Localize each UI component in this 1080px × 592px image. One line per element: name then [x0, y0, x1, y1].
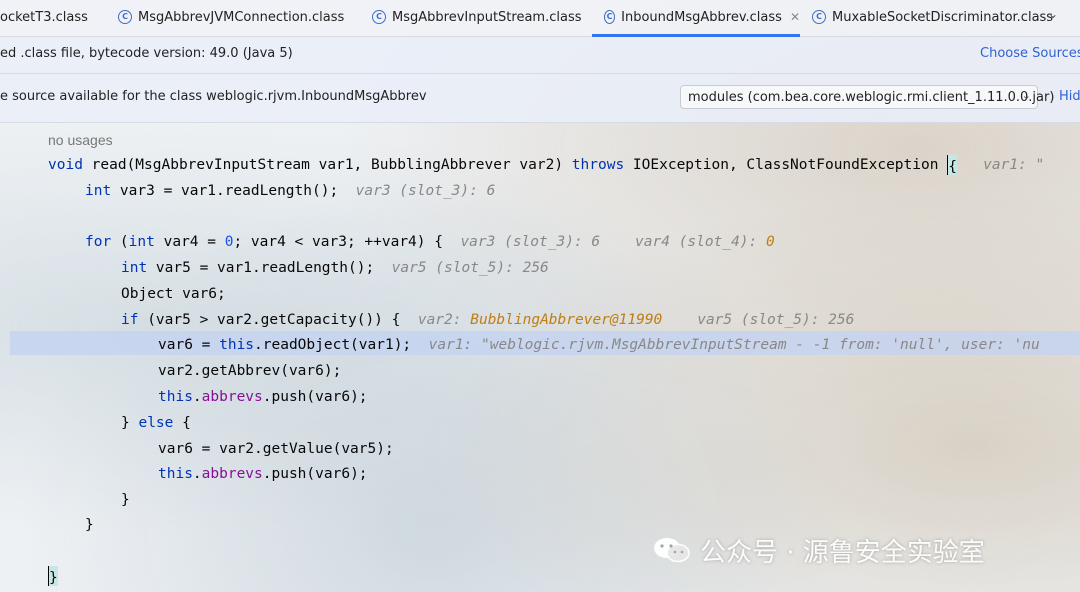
tab-label: MsgAbbrevJVMConnection.class [138, 9, 345, 25]
code-line-if: if (var5 > var2.getCapacity()) { var2: B… [121, 312, 855, 328]
watermark-text: 公众号 · 源鲁安全实验室 [700, 537, 985, 568]
code-editor[interactable]: no usages void read(MsgAbbrevInputStream… [0, 123, 1080, 592]
chevron-down-icon[interactable]: ⌄ [1048, 7, 1058, 21]
class-icon: C [812, 10, 826, 24]
text-cursor: { [947, 155, 957, 175]
editor-tab-bar: ocketT3.class C MsgAbbrevJVMConnection.c… [0, 0, 1080, 37]
inline-debug-hint: var1: "weblogic.rjvm.MsgAbbrevInputStrea… [428, 337, 1040, 353]
code-line-for-loop: for (int var4 = 0; var4 < var3; ++var4) … [85, 234, 775, 250]
inline-debug-hint: var3 (slot_3): 6 [355, 183, 496, 199]
code-line: int var3 = var1.readLength(); var3 (slot… [85, 183, 496, 199]
module-select[interactable]: modules (com.bea.core.weblogic.rmi.clien… [680, 85, 1054, 109]
tab-label: ocketT3.class [0, 9, 88, 25]
inline-debug-hint: var3 (slot_3): 6 [460, 234, 601, 250]
tab-inboundmsgabbrev[interactable]: C InboundMsgAbbrev.class ✕ [592, 0, 800, 37]
tab-msgabbrevjvmconnection[interactable]: C MsgAbbrevJVMConnection.class [118, 0, 344, 34]
inline-debug-hint: var2: BubblingAbbrever@11990 [417, 312, 663, 328]
class-icon: C [372, 10, 386, 24]
inline-debug-hint: var1: " [983, 157, 1045, 173]
tab-label: MuxableSocketDiscriminator.class [832, 9, 1054, 25]
code-line: int var5 = var1.readLength(); var5 (slot… [121, 260, 549, 276]
hide-link[interactable]: Hide [1059, 89, 1080, 104]
code-line: } [121, 492, 130, 508]
code-line-method-signature: void read(MsgAbbrevInputStream var1, Bub… [48, 155, 1045, 175]
brace-match: } [48, 566, 58, 586]
code-line: this.abbrevs.push(var6); [158, 466, 368, 482]
tab-label: MsgAbbrevInputStream.class [392, 9, 582, 25]
close-icon[interactable]: ✕ [790, 10, 800, 24]
tab-muxablesocketdiscriminator[interactable]: C MuxableSocketDiscriminator.class [812, 0, 1053, 34]
code-line-else: } else { [121, 415, 191, 431]
source-banner: e source available for the class weblogi… [0, 74, 1080, 123]
source-message: e source available for the class weblogi… [0, 89, 427, 104]
class-icon: C [118, 10, 132, 24]
inline-debug-hint: var5 (slot_5): 256 [391, 260, 549, 276]
code-line: this.abbrevs.push(var6); [158, 389, 368, 405]
tab-label: InboundMsgAbbrev.class [621, 9, 782, 25]
decompiled-message: ed .class file, bytecode version: 49.0 (… [0, 46, 293, 61]
code-line: Object var6; [121, 286, 226, 302]
code-line: } [85, 517, 94, 533]
wechat-watermark: 公众号 · 源鲁安全实验室 [652, 532, 985, 568]
inline-debug-hint: var4 (slot_4): 0 [635, 234, 775, 250]
inline-debug-hint: var5 (slot_5): 256 [697, 312, 855, 328]
code-line: var2.getAbbrev(var6); [158, 363, 342, 379]
decompiled-banner: ed .class file, bytecode version: 49.0 (… [0, 37, 1080, 74]
choose-sources-link[interactable]: Choose Sources... [980, 46, 1080, 61]
code-line: } [48, 564, 58, 588]
usages-hint[interactable]: no usages [48, 128, 113, 152]
wechat-icon [654, 538, 690, 563]
module-select-value: modules (com.bea.core.weblogic.rmi.clien… [688, 89, 1055, 105]
tab-sockett3[interactable]: ocketT3.class [0, 0, 110, 34]
tab-msgabbrevinputstream[interactable]: C MsgAbbrevInputStream.class [372, 0, 582, 34]
code-line: var6 = var2.getValue(var5); [158, 441, 394, 457]
code-line-current: var6 = this.readObject(var1); var1: "web… [158, 337, 1040, 353]
chevron-down-icon: ⌄ [1021, 89, 1031, 102]
class-icon: C [604, 10, 616, 24]
